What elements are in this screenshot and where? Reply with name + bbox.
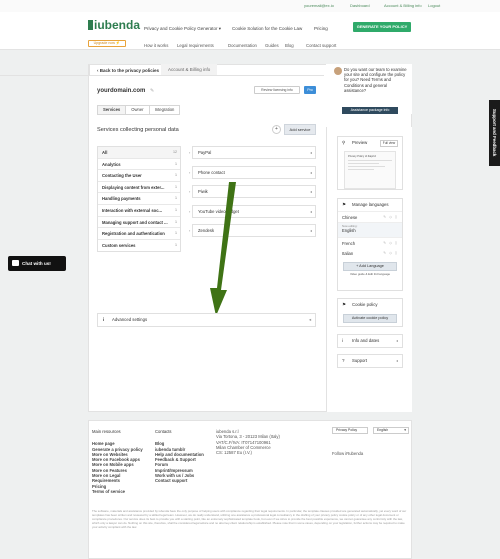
advanced-settings-row[interactable]: i Advanced settings ◂: [97, 313, 316, 327]
language-row[interactable]: Italian ✎ ◇ ▯: [338, 248, 402, 259]
language-row[interactable]: French ✎ ◇ ▯: [338, 237, 402, 248]
chevron-icon: ◂: [308, 317, 311, 322]
cookie-policy-panel: ⚑ Cookie policy Activate cookie policy: [337, 298, 403, 327]
follow-label[interactable]: Follow iRubenda: [332, 451, 363, 456]
footer-disclaimer: The software, materials and assistance p…: [92, 509, 407, 529]
company-line: Via Tortona, 3 - 20123 Milan (Italy): [216, 434, 280, 440]
edit-delete-icons[interactable]: ✎ ◇ ▯: [383, 248, 398, 259]
arrow-annotation-icon: [210, 182, 236, 316]
footer-contacts: Contacts Blog iubenda tumblr Help and do…: [155, 429, 204, 484]
support-feedback-tab[interactable]: Support and Feedback: [489, 100, 500, 166]
help-icon: ?: [342, 358, 345, 363]
flag-icon: ⚑: [342, 302, 347, 307]
footer-main-resources: Main resources Home page Generate a priv…: [92, 429, 143, 494]
avatar: [334, 67, 342, 75]
info-dates-title: Info and dates: [352, 338, 380, 343]
preview-title: Preview: [352, 140, 368, 145]
flag-icon: ⚑: [342, 202, 347, 207]
promo-text: Do you want our team to examine your sit…: [344, 67, 407, 93]
add-language-button[interactable]: + Add Language: [343, 262, 397, 271]
search-icon: ⚲: [342, 140, 346, 145]
footer-heading: Main resources: [92, 429, 121, 434]
manage-languages-title: Manage languages: [352, 202, 389, 207]
support-panel[interactable]: ? Support ◂: [337, 354, 403, 368]
preview-thumbnail[interactable]: Privacy Policy of #aipricl: [344, 151, 396, 189]
current-language: Now editing: English: [338, 222, 402, 237]
info-icon: i: [342, 338, 343, 343]
languages-panel: ⚑ Manage languages Chinese ✎ ◇ ▯ Now editi…: [337, 198, 403, 291]
chat-bubble-icon: [12, 260, 19, 266]
full-view-button[interactable]: Full view: [380, 140, 398, 147]
preview-panel: ⚲ Preview Full view Privacy Policy of #ai…: [337, 136, 403, 190]
footer-link[interactable]: Terms of service: [92, 489, 143, 494]
footer-link[interactable]: Contact support: [155, 478, 204, 483]
advanced-settings-label: Advanced settings: [112, 317, 148, 322]
cookie-policy-title: Cookie policy: [352, 302, 378, 307]
support-title: Support: [352, 358, 368, 363]
language-row[interactable]: Chinese ✎ ◇ ▯: [338, 211, 402, 222]
chat-button[interactable]: Chat with us!: [8, 256, 66, 271]
chevron-down-icon: ▾: [404, 428, 406, 432]
assistance-package-button[interactable]: Assistance package info: [342, 107, 398, 114]
footer-company: iubenda s.r.l Via Tortona, 3 - 20123 Mil…: [216, 429, 280, 455]
chat-label: Chat with us!: [22, 261, 51, 266]
chevron-icon: ◂: [395, 338, 398, 343]
company-line: CS: 12587 Eu (I.V.): [216, 450, 252, 456]
language-select[interactable]: English ▾: [373, 427, 409, 434]
info-dates-panel[interactable]: i Info and dates ◂: [337, 334, 403, 348]
privacy-policy-select[interactable]: Privacy Policy: [332, 427, 368, 434]
preview-doc-title: Privacy Policy of #aipricl: [348, 155, 376, 158]
language-guide-link[interactable]: Video guide & Edit 3rd language: [338, 272, 402, 279]
footer-heading: Contacts: [155, 429, 172, 434]
info-icon: i: [103, 317, 105, 322]
chevron-icon: ◂: [395, 358, 398, 363]
activate-cookie-button[interactable]: Activate cookie policy: [343, 314, 397, 323]
